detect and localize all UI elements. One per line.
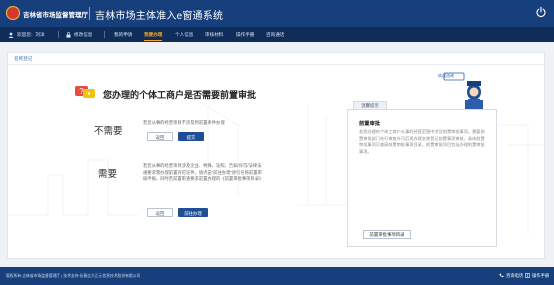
copyright: 版权所有:吉林省市场监督管理厅 | 技术支持:长春吉大正元信息技术股份有限公司 <box>6 274 141 278</box>
org-name: 吉林省市场监督管理厅 <box>23 12 88 19</box>
option-not-required-text: 若您从事的经营项目不涉及到前置条件办理 <box>143 120 225 125</box>
hotline-label: 咨询电话 <box>506 273 524 278</box>
top-header: 吉林省市场监督管理厅 吉林市场主体准入e窗通系统 <box>0 0 554 27</box>
emblem-logo <box>6 6 20 20</box>
breadcrumb[interactable]: 名称登记 <box>14 56 32 62</box>
option-required-label: 需要 <box>98 169 118 180</box>
option-not-required-label: 不需要 <box>94 126 123 137</box>
nav-bar: 欢迎您：刘洋 修改信息 我的申请 我要办理 个人信息 审核材料 操作手册 咨询通… <box>0 27 554 42</box>
welcome-user[interactable]: 欢迎您：刘洋 <box>8 27 45 42</box>
title-divider <box>89 7 90 20</box>
book-icon <box>525 273 530 279</box>
manual-label: 操作手册 <box>532 273 550 278</box>
lock-icon <box>66 31 71 38</box>
breadcrumb-bar: 名称登记 <box>8 53 544 65</box>
nav-label: 修改信息 <box>74 32 93 37</box>
nav-consult-call[interactable]: 咨询通话 <box>266 27 284 42</box>
question-title: 您办理的个体工商户是否需要前置审批 <box>103 90 257 100</box>
user-icon <box>8 32 14 38</box>
back-button[interactable]: 返回 <box>147 208 173 217</box>
power-icon[interactable] <box>535 6 547 18</box>
nav-personal-info[interactable]: 个人信息 <box>175 27 193 42</box>
nav-user-manual[interactable]: 操作手册 <box>236 27 254 42</box>
main-panel: 名称登记 ? 您办理的个体工商户是否需要前置审批 不需要 若您从事的经营项目不涉… <box>7 52 545 259</box>
option-required-text: 若您从事的经营项目涉及企业、特殊、证照、告知/许可/法律法规要求需办理前置许可证… <box>143 163 264 182</box>
nav-handle-business[interactable]: 我要办理 <box>144 27 163 42</box>
footer: 版权所有:吉林省市场监督管理厅 | 技术支持:长春吉大正元信息技术股份有限公司 … <box>0 267 554 285</box>
reminder-box: 前置审批 若您办理的个体工商户从事的经营范围中涉及前置审批事项，需要前置审批部门… <box>347 109 497 247</box>
nav-my-applications[interactable]: 我的申请 <box>114 27 132 42</box>
reminder-title: 前置审批 <box>359 121 381 127</box>
nav-edit-info[interactable]: 修改信息 <box>66 27 92 42</box>
manual-link[interactable]: 操作手册 <box>525 273 549 279</box>
pre-approval-catalog-button[interactable]: 前置审批事项目录 <box>363 230 411 239</box>
hotline-link[interactable]: 咨询电话 <box>499 273 523 279</box>
nav-divider <box>58 31 59 38</box>
submit-button[interactable]: 提交 <box>178 132 204 141</box>
question-icon: ? <box>75 86 95 98</box>
welcome-text: 欢迎您：刘洋 <box>17 32 45 37</box>
go-handle-button[interactable]: 前往办理 <box>178 208 208 217</box>
nav-review-materials[interactable]: 审核材料 <box>205 27 223 42</box>
reminder-text: 若您办理的个体工商户从事的经营范围中涉及前置审批事项，需要前置审批部门先行审查许… <box>359 129 485 154</box>
system-title: 吉林市场主体准入e窗通系统 <box>95 11 224 22</box>
phone-icon <box>499 273 504 278</box>
mascot-badge: 欢迎咨询 <box>438 73 454 78</box>
nav-divider <box>104 31 105 38</box>
back-button[interactable]: 返回 <box>147 132 173 141</box>
